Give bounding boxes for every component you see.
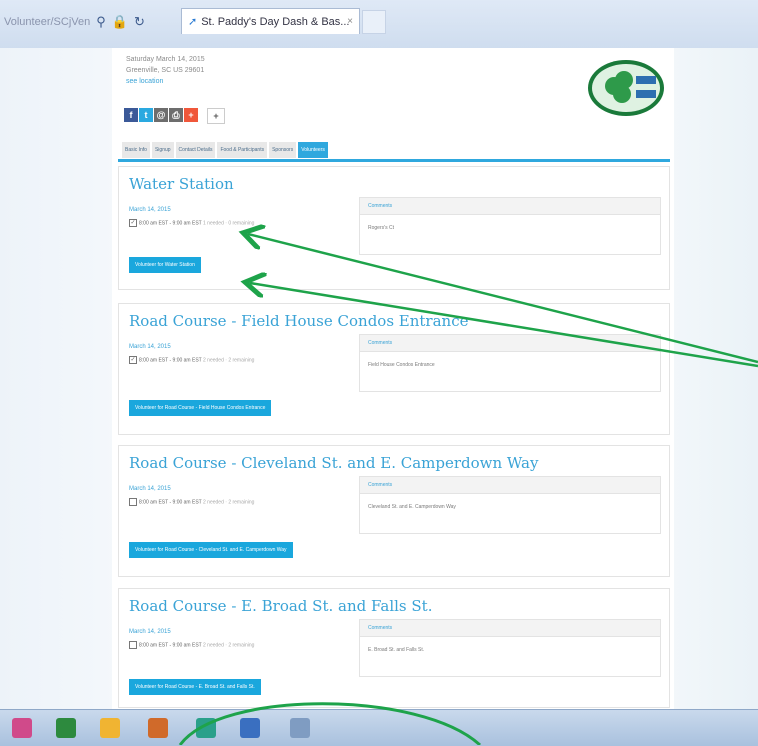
- print-icon[interactable]: ⎙: [169, 108, 183, 122]
- comments-label: Comments: [360, 198, 660, 215]
- checked-checkbox-icon[interactable]: ✓: [129, 356, 137, 364]
- slot-time-row: 8:00 am EST - 9:00 am EST 2 needed · 2 r…: [129, 498, 254, 506]
- volunteer-button[interactable]: Volunteer for Road Course - Field House …: [129, 400, 272, 416]
- tab-signup[interactable]: Signup: [151, 142, 174, 158]
- slot-time-row: ✓ 8:00 am EST - 9:00 am EST 2 needed · 2 …: [129, 356, 254, 364]
- slot-title: Water Station: [129, 175, 234, 193]
- comments-box: Comments Field House Condos Entrance: [359, 334, 661, 392]
- lock-icon: 🔒: [111, 14, 128, 29]
- comments-box: Comments Rogers's Ct: [359, 197, 661, 255]
- slot-time: 8:00 am EST - 9:00 am EST: [139, 642, 202, 649]
- page-viewport: Saturday March 14, 2015 Greenville, SC U…: [0, 48, 758, 709]
- more-share-button[interactable]: +: [207, 108, 225, 124]
- folder-icon[interactable]: [100, 718, 120, 738]
- tab-contact-details[interactable]: Contact Details: [175, 142, 216, 158]
- refresh-icon[interactable]: ↻: [134, 14, 145, 30]
- taskbar: [0, 709, 758, 746]
- volunteer-slot-card: Water Station March 14, 2015 ✓ 8:00 am EST …: [118, 166, 670, 290]
- tab-sponsors[interactable]: Sponsors: [269, 142, 297, 158]
- slot-time: 8:00 am EST - 9:00 am EST: [139, 499, 202, 506]
- tab-volunteers[interactable]: Volunteers: [298, 142, 328, 158]
- comments-box: Comments E. Broad St. and Falls St.: [359, 619, 661, 677]
- volunteer-button[interactable]: Volunteer for Road Course - E. Broad St.…: [129, 679, 261, 695]
- checked-checkbox-icon[interactable]: ✓: [129, 219, 137, 227]
- slot-needed: 2 needed · 2 remaining: [203, 642, 255, 649]
- checkbox-icon[interactable]: [129, 641, 137, 649]
- taskbar-window-icon[interactable]: [290, 718, 310, 738]
- event-location: Greenville, SC US 29601: [126, 67, 205, 74]
- comments-label: Comments: [360, 477, 660, 494]
- slot-needed: 2 needed · 2 remaining: [203, 357, 255, 364]
- comments-label: Comments: [360, 335, 660, 352]
- comment-text: E. Broad St. and Falls St.: [368, 647, 425, 653]
- comment-text: Cleveland St. and E. Camperdown Way: [368, 504, 456, 510]
- slot-title: Road Course - E. Broad St. and Falls St.: [129, 597, 433, 615]
- tab-underline: [118, 159, 670, 162]
- slot-needed: 1 needed · 0 remaining: [203, 220, 255, 227]
- content-column: Saturday March 14, 2015 Greenville, SC U…: [112, 48, 674, 709]
- slot-date: March 14, 2015: [129, 207, 171, 213]
- volunteer-button[interactable]: Volunteer for Road Course - Cleveland St…: [129, 542, 293, 558]
- browser-chrome: Volunteer/SCjVen ⚲ 🔒 ↻ ➚ St. Paddy's Day…: [0, 0, 758, 49]
- slot-date: March 14, 2015: [129, 629, 171, 635]
- excel-icon[interactable]: [56, 718, 76, 738]
- address-text: Volunteer/SCjVen: [4, 16, 91, 28]
- close-tab-icon[interactable]: ×: [347, 16, 353, 27]
- slot-title: Road Course - Cleveland St. and E. Campe…: [129, 454, 539, 472]
- slot-date: March 14, 2015: [129, 344, 171, 350]
- addthis-icon[interactable]: +: [184, 108, 198, 122]
- taskbar-app-icon[interactable]: [12, 718, 32, 738]
- tab-basic-info[interactable]: Basic Info: [122, 142, 150, 158]
- volunteer-slot-card: Road Course - Field House Condos Entranc…: [118, 303, 670, 435]
- comments-label: Comments: [360, 620, 660, 637]
- search-icon[interactable]: ⚲: [96, 14, 106, 30]
- event-tabs: Basic Info Signup Contact Details Food & Pa…: [122, 142, 328, 158]
- comment-text: Rogers's Ct: [368, 225, 394, 231]
- page-favicon-icon: ➚: [188, 16, 198, 28]
- event-info: Saturday March 14, 2015 Greenville, SC U…: [126, 54, 205, 87]
- browser-tab[interactable]: ➚ St. Paddy's Day Dash & Bas... ×: [181, 8, 360, 34]
- map-link[interactable]: see location: [126, 76, 205, 87]
- email-icon[interactable]: @: [154, 108, 168, 122]
- event-logo: [588, 60, 664, 116]
- tab-food-participants[interactable]: Food & Participants: [217, 142, 268, 158]
- slot-time-row: 8:00 am EST - 9:00 am EST 2 needed · 2 r…: [129, 641, 254, 649]
- publisher-icon[interactable]: [196, 718, 216, 738]
- new-tab-button[interactable]: [362, 10, 386, 34]
- slot-needed: 2 needed · 2 remaining: [203, 499, 255, 506]
- comment-text: Field House Condos Entrance: [368, 362, 435, 368]
- comments-box: Comments Cleveland St. and E. Camperdown …: [359, 476, 661, 534]
- slot-date: March 14, 2015: [129, 486, 171, 492]
- facebook-icon[interactable]: f: [124, 108, 138, 122]
- twitter-icon[interactable]: t: [139, 108, 153, 122]
- address-bar[interactable]: Volunteer/SCjVen ⚲ 🔒 ↻: [0, 12, 145, 32]
- tab-title: St. Paddy's Day Dash & Bas...: [201, 15, 350, 28]
- slot-time: 8:00 am EST - 9:00 am EST: [139, 220, 202, 227]
- slot-time: 8:00 am EST - 9:00 am EST: [139, 357, 202, 364]
- checkbox-icon[interactable]: [129, 498, 137, 506]
- slot-time-row: ✓ 8:00 am EST - 9:00 am EST 1 needed · 0 …: [129, 219, 254, 227]
- share-bar: f t @ ⎙ + +: [124, 108, 225, 124]
- volunteer-slot-card: Road Course - Cleveland St. and E. Campe…: [118, 445, 670, 577]
- powerpoint-icon[interactable]: [148, 718, 168, 738]
- word-icon[interactable]: [240, 718, 260, 738]
- volunteer-slot-card: Road Course - E. Broad St. and Falls St.…: [118, 588, 670, 708]
- slot-title: Road Course - Field House Condos Entranc…: [129, 312, 469, 330]
- event-date: Saturday March 14, 2015: [126, 56, 205, 63]
- volunteer-button[interactable]: Volunteer for Water Station: [129, 257, 201, 273]
